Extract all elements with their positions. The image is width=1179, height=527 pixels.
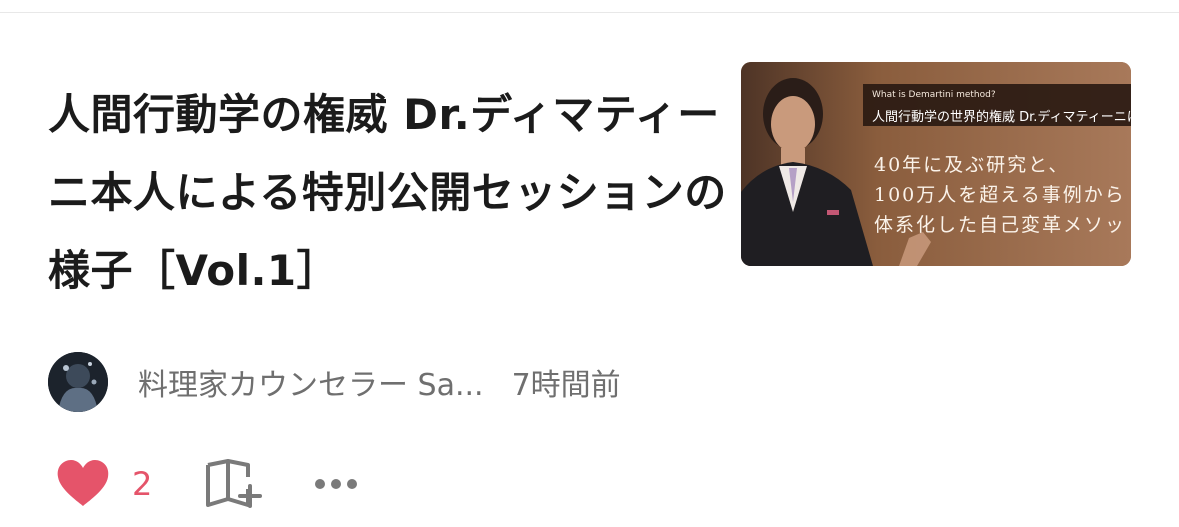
add-to-magazine-icon — [206, 459, 263, 508]
post-time: 7時間前 — [511, 368, 621, 403]
thumbnail-caption-en: What is Demartini method? — [872, 90, 996, 100]
heart-icon — [57, 460, 109, 506]
thumbnail-line-2: 100万人を超える事例から — [874, 184, 1126, 206]
avatar-image — [48, 352, 108, 412]
article-title[interactable]: 人間行動学の権威 Dr.ディマティーニ本人による特別公開セッションの様子［Vol… — [48, 76, 728, 310]
action-bar: 2 — [56, 458, 358, 510]
article-meta: 料理家カウンセラー Sa... 7時間前 — [48, 352, 621, 412]
thumbnail-caption-jp: 人間行動学の世界的権威 Dr.ディマティーニによ — [872, 110, 1131, 125]
avatar[interactable] — [48, 352, 108, 412]
author-name[interactable]: 料理家カウンセラー Sa... — [138, 360, 484, 404]
article-card[interactable]: 人間行動学の権威 Dr.ディマティーニ本人による特別公開セッションの様子［Vol… — [0, 0, 1179, 527]
like-button[interactable]: 2 — [56, 460, 152, 508]
thumbnail-line-3: 体系化した自己変革メソッ — [874, 214, 1127, 236]
like-count: 2 — [132, 465, 153, 503]
add-to-magazine-button[interactable] — [204, 459, 263, 509]
more-button[interactable] — [314, 478, 358, 490]
thumbnail-line-1: 40年に及ぶ研究と、 — [874, 154, 1070, 176]
article-thumbnail[interactable]: What is Demartini method? 人間行動学の世界的権威 Dr… — [741, 62, 1131, 266]
more-icon — [315, 479, 358, 489]
